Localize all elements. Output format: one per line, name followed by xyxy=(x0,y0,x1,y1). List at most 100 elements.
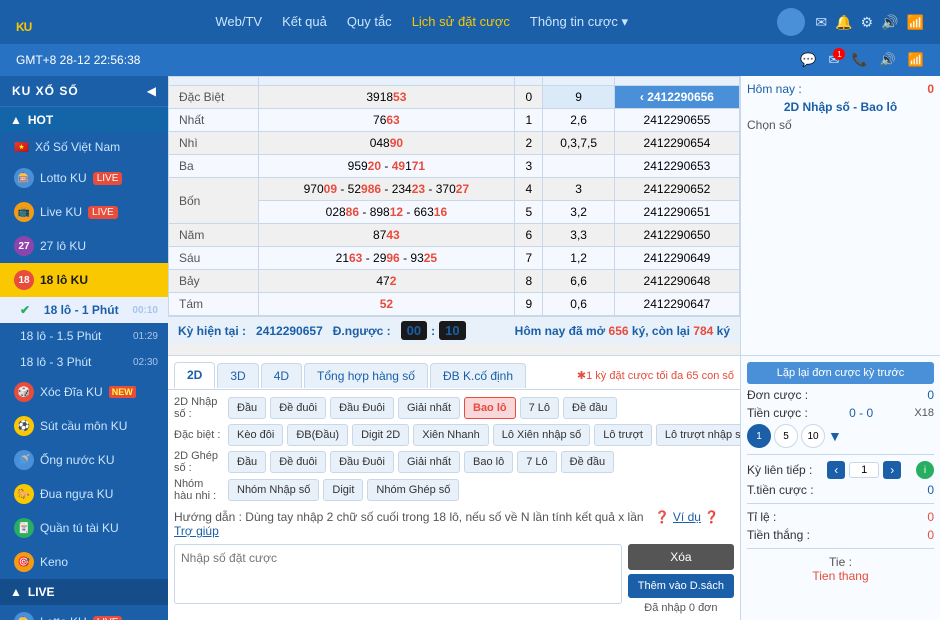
btn-digit2d[interactable]: Digit 2D xyxy=(352,424,409,446)
btn-deduoi[interactable]: Đề đuôi xyxy=(270,397,326,419)
btn-dau[interactable]: Đầu xyxy=(228,397,266,419)
nav-webtv[interactable]: Web/TV xyxy=(215,14,262,30)
row-numbers-dacbiet: 391853 xyxy=(258,86,515,109)
kyhientai-value: 2412290657 xyxy=(256,324,323,338)
sidebar-live-section[interactable]: ▲ LIVE xyxy=(0,579,168,605)
sidebar-item-sutcau[interactable]: ⚽ Sút cầu môn KU xyxy=(0,409,168,443)
row-id-nhat: 2412290655 xyxy=(614,109,739,132)
seq-input[interactable] xyxy=(849,462,879,478)
seq-minus-btn[interactable]: ‹ xyxy=(827,461,845,479)
sidebar-item-27loku[interactable]: 27 27 lô KU xyxy=(0,229,168,263)
bet-tab-dbkcodinh[interactable]: ĐB K.cố định xyxy=(430,363,526,388)
sidebar-item-xosovietnam[interactable]: 🇻🇳 Xổ Số Việt Nam xyxy=(0,133,168,161)
btn-digit[interactable]: Digit xyxy=(323,479,363,501)
btn-ghep-giainhat[interactable]: Giải nhất xyxy=(398,451,460,473)
them-button[interactable]: Thêm vào D.sách xyxy=(628,574,734,598)
nav-lichsu[interactable]: Lịch sử đặt cược xyxy=(412,14,510,30)
sidebar-item-live-lottoku[interactable]: 🎰 Lotto KU LIVE xyxy=(0,605,168,620)
row-col2-bon2: 5 xyxy=(515,201,543,224)
sidebar-toggle[interactable]: ◀ xyxy=(147,84,156,98)
mult-btn-10[interactable]: 10 xyxy=(801,424,825,448)
bell-icon[interactable]: 🔔 xyxy=(835,14,852,31)
btn-keodoi[interactable]: Kèo đôi xyxy=(228,424,283,446)
mult-btn-1[interactable]: 1 xyxy=(747,424,771,448)
sidebar-item-ongnuoc[interactable]: 🚿 Ống nước KU xyxy=(0,443,168,477)
mult-more-btn[interactable]: ▼ xyxy=(828,428,842,444)
row-label-nhi: Nhì xyxy=(169,132,259,155)
phone-icon[interactable]: 📞 xyxy=(851,52,867,68)
chat-icon[interactable]: 💬 xyxy=(800,52,816,68)
bet-input[interactable] xyxy=(174,544,622,604)
btn-nhomghepso[interactable]: Nhóm Ghép số xyxy=(367,479,459,501)
btn-ghep-7lo[interactable]: 7 Lô xyxy=(517,451,556,473)
mult-btn-5[interactable]: 5 xyxy=(774,424,798,448)
sidebar-hot-section[interactable]: ▲ HOT xyxy=(0,107,168,133)
colon: : xyxy=(431,324,435,338)
row-col3-bon1: 3 xyxy=(543,178,614,201)
btn-ghep-dau[interactable]: Đầu xyxy=(228,451,266,473)
ghep-label: 2D Ghép số : xyxy=(174,450,224,474)
vietnam-flag-icon: 🇻🇳 xyxy=(14,140,29,154)
btn-ghep-deduoi[interactable]: Đề đuôi xyxy=(270,451,326,473)
btn-lotruotnhapso[interactable]: Lô trượt nhập số xyxy=(656,424,740,446)
btn-7lo[interactable]: 7 Lô xyxy=(520,397,559,419)
row-col2-tam: 9 xyxy=(515,293,543,316)
signal-icon[interactable]: 📶 xyxy=(908,52,924,68)
sound-icon[interactable]: 🔊 xyxy=(881,14,898,31)
seq-plus-btn[interactable]: › xyxy=(883,461,901,479)
wifi-icon[interactable]: 📶 xyxy=(907,14,924,31)
row-id-nhi: 2412290654 xyxy=(614,132,739,155)
sidebar-item-lottoku[interactable]: 🎰 Lotto KU LIVE xyxy=(0,161,168,195)
sidebar-item-duangua[interactable]: 🐎 Đua ngựa KU xyxy=(0,477,168,511)
divider2 xyxy=(747,503,934,504)
sidebar-sub-18lo-15phut[interactable]: 18 lô - 1.5 Phút 01:29 xyxy=(0,323,168,349)
sidebar-sub-18lo-1phut-time: 00:10 xyxy=(132,305,158,316)
sidebar-header: KU XỔ SỐ ◀ xyxy=(0,76,168,107)
sidebar-item-xocdia[interactable]: 🎲 Xóc Đĩa KU NEW xyxy=(0,375,168,409)
bet-tab-2d[interactable]: 2D xyxy=(174,362,215,389)
btn-xiennhanh[interactable]: Xiên Nhanh xyxy=(413,424,489,446)
multiplier-btns: 1 5 10 ▼ xyxy=(747,424,842,448)
btn-ghep-dauduoi[interactable]: Đầu Đuôi xyxy=(330,451,394,473)
btn-ghep-baolo[interactable]: Bao lô xyxy=(464,451,513,473)
sidebar-sub-18lo-1phut[interactable]: ✔ 18 lô - 1 Phút 00:10 xyxy=(0,297,168,323)
btn-loxiennhapso[interactable]: Lô Xiên nhập số xyxy=(493,424,591,446)
nav-ketqua[interactable]: Kết quả xyxy=(282,14,327,30)
btn-nhomnhapso[interactable]: Nhóm Nhập số xyxy=(228,479,319,501)
volume-icon[interactable]: 🔊 xyxy=(880,52,896,68)
sidebar-sub-18lo-3phut[interactable]: 18 lô - 3 Phút 02:30 xyxy=(0,349,168,375)
sidebar-item-18loku[interactable]: 18 18 lô KU xyxy=(0,263,168,297)
divider3 xyxy=(747,548,934,549)
btn-giainhat[interactable]: Giải nhất xyxy=(398,397,460,419)
btn-lotruot[interactable]: Lô trượt xyxy=(594,424,652,446)
sidebar-item-xocdia-label: Xóc Đĩa KU xyxy=(40,385,103,399)
btn-ghep-dedau[interactable]: Đề đầu xyxy=(561,451,614,473)
tro-giup-link[interactable]: Trợ giúp xyxy=(174,524,219,538)
sidebar-item-liveku[interactable]: 📺 Live KU LIVE xyxy=(0,195,168,229)
btn-dauduoi[interactable]: Đầu Đuôi xyxy=(330,397,394,419)
settings-icon[interactable]: ⚙ xyxy=(861,14,874,31)
bet-tab-tonghop[interactable]: Tổng hợp hàng số xyxy=(304,363,428,388)
mail-icon[interactable]: ✉1 xyxy=(829,52,840,68)
btn-baolo[interactable]: Bao lô xyxy=(464,397,516,419)
18loku-icon: 18 xyxy=(14,270,34,290)
xoa-button[interactable]: Xóa xyxy=(628,544,734,570)
check-icon: ✔ xyxy=(20,303,30,317)
nav-quytac[interactable]: Quy tắc xyxy=(347,14,392,30)
sidebar-item-qantutai[interactable]: 🃏 Quần tú tài KU xyxy=(0,511,168,545)
btn-dedau[interactable]: Đề đầu xyxy=(563,397,616,419)
message-icon[interactable]: ✉ xyxy=(815,14,827,31)
sidebar: KU XỔ SỐ ◀ ▲ HOT 🇻🇳 Xổ Số Việt Nam 🎰 Lot… xyxy=(0,76,168,620)
hint-text: Hướng dẫn : Dùng tay nhập 2 chữ số cuối … xyxy=(174,510,644,524)
nav-thongtin[interactable]: Thông tin cược ▾ xyxy=(530,14,628,30)
bet-tab-4d[interactable]: 4D xyxy=(261,363,302,388)
info-btn[interactable]: i xyxy=(916,461,934,479)
btn-dbdau[interactable]: ĐB(Đầu) xyxy=(287,424,348,446)
bet-types: 2D Nhập số : Đầu Đề đuôi Đầu Đuôi Giải n… xyxy=(168,390,740,508)
kyhientai-label: Kỳ hiện tại : xyxy=(178,324,246,338)
bet-tab-3d[interactable]: 3D xyxy=(217,363,258,388)
vi-du-link[interactable]: Ví dụ xyxy=(673,510,701,524)
repeat-btn[interactable]: Lặp lại đơn cược kỳ trước xyxy=(747,362,934,384)
logo-u: U xyxy=(24,20,32,34)
sidebar-item-keno[interactable]: 🎯 Keno xyxy=(0,545,168,579)
